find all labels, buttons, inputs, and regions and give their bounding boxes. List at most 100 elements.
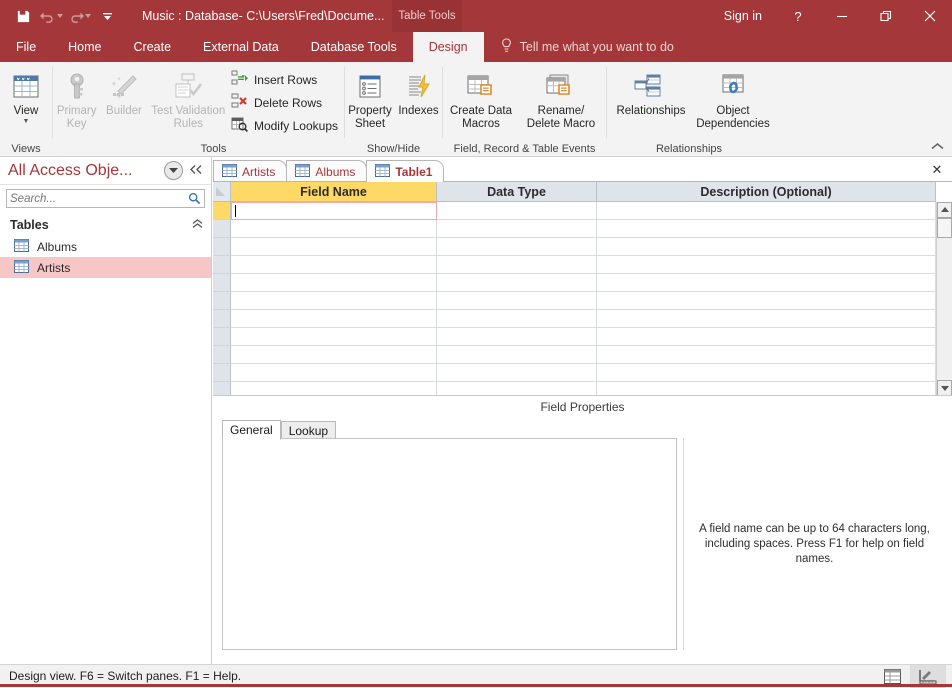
column-header-data-type[interactable]: Data Type bbox=[437, 182, 597, 202]
table-row[interactable] bbox=[213, 310, 952, 328]
cell-description[interactable] bbox=[597, 310, 936, 328]
builder-button[interactable]: Builder bbox=[100, 66, 147, 118]
cell-description[interactable] bbox=[597, 274, 936, 292]
row-selector[interactable] bbox=[213, 202, 231, 220]
table-row[interactable] bbox=[213, 202, 952, 220]
table-row[interactable] bbox=[213, 346, 952, 364]
double-chevron-left-icon[interactable] bbox=[189, 163, 207, 178]
tab-home[interactable]: Home bbox=[52, 32, 117, 62]
doc-tab-albums[interactable]: Albums bbox=[286, 160, 367, 182]
grid-vertical-scrollbar[interactable] bbox=[936, 202, 952, 396]
modify-lookups-button[interactable]: Modify Lookups bbox=[229, 114, 344, 137]
scroll-up-icon[interactable] bbox=[937, 202, 952, 218]
cell-data-type[interactable] bbox=[437, 346, 597, 364]
field-properties-grid[interactable] bbox=[222, 438, 677, 650]
table-row[interactable] bbox=[213, 274, 952, 292]
insert-rows-button[interactable]: Insert Rows bbox=[229, 68, 344, 91]
row-selector[interactable] bbox=[213, 292, 231, 310]
cell-data-type[interactable] bbox=[437, 310, 597, 328]
column-header-description[interactable]: Description (Optional) bbox=[597, 182, 936, 202]
cell-data-type[interactable] bbox=[437, 220, 597, 238]
cell-field-name[interactable] bbox=[231, 346, 437, 364]
tab-design[interactable]: Design bbox=[413, 32, 484, 62]
tab-file[interactable]: File bbox=[0, 32, 52, 62]
cell-field-name[interactable] bbox=[231, 292, 437, 310]
tab-create[interactable]: Create bbox=[118, 32, 188, 62]
redo-icon[interactable] bbox=[66, 4, 92, 28]
relationships-button[interactable]: Relationships bbox=[607, 66, 695, 118]
cell-data-type[interactable] bbox=[437, 256, 597, 274]
row-selector[interactable] bbox=[213, 310, 231, 328]
undo-icon[interactable] bbox=[38, 4, 64, 28]
save-icon[interactable] bbox=[10, 4, 36, 28]
cell-description[interactable] bbox=[597, 202, 936, 220]
delete-rows-button[interactable]: Delete Rows bbox=[229, 91, 344, 114]
customize-qat-icon[interactable] bbox=[94, 4, 120, 28]
rename-delete-macro-button[interactable]: Rename/ Delete Macro bbox=[519, 66, 603, 131]
table-row[interactable] bbox=[213, 238, 952, 256]
cell-data-type[interactable] bbox=[437, 364, 597, 382]
cell-field-name[interactable] bbox=[231, 238, 437, 256]
minimize-icon[interactable] bbox=[820, 0, 864, 32]
row-selector[interactable] bbox=[213, 238, 231, 256]
sign-in-button[interactable]: Sign in bbox=[710, 9, 776, 23]
row-selector[interactable] bbox=[213, 346, 231, 364]
tell-me-search[interactable]: Tell me what you want to do bbox=[484, 32, 674, 62]
table-row[interactable] bbox=[213, 220, 952, 238]
test-validation-rules-button[interactable]: Test Validation Rules bbox=[148, 66, 229, 131]
chevron-down-icon[interactable]: ▼ bbox=[23, 119, 30, 125]
column-header-field-name[interactable]: Field Name bbox=[231, 182, 437, 202]
cell-description[interactable] bbox=[597, 364, 936, 382]
property-sheet-button[interactable]: Property Sheet bbox=[345, 66, 395, 131]
cell-field-name[interactable] bbox=[231, 256, 437, 274]
doc-tab-artists[interactable]: Artists bbox=[213, 160, 287, 182]
tab-external-data[interactable]: External Data bbox=[187, 32, 295, 62]
scrollbar-thumb[interactable] bbox=[937, 218, 952, 238]
table-row[interactable] bbox=[213, 364, 952, 382]
row-selector[interactable] bbox=[213, 364, 231, 382]
tab-database-tools[interactable]: Database Tools bbox=[295, 32, 413, 62]
cell-field-name[interactable] bbox=[231, 274, 437, 292]
cell-field-name[interactable] bbox=[231, 202, 437, 220]
close-icon[interactable] bbox=[908, 0, 952, 32]
cell-description[interactable] bbox=[597, 238, 936, 256]
close-document-icon[interactable]: ✕ bbox=[928, 161, 946, 179]
cell-field-name[interactable] bbox=[231, 220, 437, 238]
row-selector[interactable] bbox=[213, 274, 231, 292]
cell-data-type[interactable] bbox=[437, 202, 597, 220]
cell-field-name[interactable] bbox=[231, 310, 437, 328]
nav-item-albums[interactable]: Albums bbox=[0, 236, 211, 257]
cell-data-type[interactable] bbox=[437, 238, 597, 256]
view-button[interactable]: View ▼ bbox=[0, 66, 52, 125]
create-data-macros-button[interactable]: Create Data Macros bbox=[443, 66, 519, 131]
table-row[interactable] bbox=[213, 256, 952, 274]
table-row[interactable] bbox=[213, 292, 952, 310]
row-selector[interactable] bbox=[213, 256, 231, 274]
chevron-up-icon[interactable] bbox=[931, 142, 944, 154]
cell-field-name[interactable] bbox=[231, 364, 437, 382]
search-icon[interactable] bbox=[188, 192, 204, 205]
cell-description[interactable] bbox=[597, 256, 936, 274]
nav-item-artists[interactable]: Artists bbox=[0, 257, 211, 278]
cell-description[interactable] bbox=[597, 292, 936, 310]
cell-data-type[interactable] bbox=[437, 274, 597, 292]
scroll-down-icon[interactable] bbox=[937, 380, 952, 396]
row-selector[interactable] bbox=[213, 328, 231, 346]
cell-field-name[interactable] bbox=[231, 328, 437, 346]
nav-search-box[interactable] bbox=[6, 189, 205, 208]
object-dependencies-button[interactable]: Object Dependencies bbox=[695, 66, 771, 131]
table-row[interactable] bbox=[213, 328, 952, 346]
cell-data-type[interactable] bbox=[437, 292, 597, 310]
help-icon[interactable]: ? bbox=[776, 0, 820, 32]
chevron-down-circle-icon[interactable] bbox=[164, 161, 183, 180]
cell-description[interactable] bbox=[597, 220, 936, 238]
search-input[interactable] bbox=[7, 193, 188, 205]
nav-group-tables[interactable]: Tables bbox=[0, 214, 211, 236]
primary-key-button[interactable]: Primary Key bbox=[53, 66, 100, 131]
cell-description[interactable] bbox=[597, 328, 936, 346]
grid-corner-selector[interactable] bbox=[213, 182, 231, 202]
restore-icon[interactable] bbox=[864, 0, 908, 32]
cell-data-type[interactable] bbox=[437, 328, 597, 346]
cell-description[interactable] bbox=[597, 346, 936, 364]
row-selector[interactable] bbox=[213, 220, 231, 238]
